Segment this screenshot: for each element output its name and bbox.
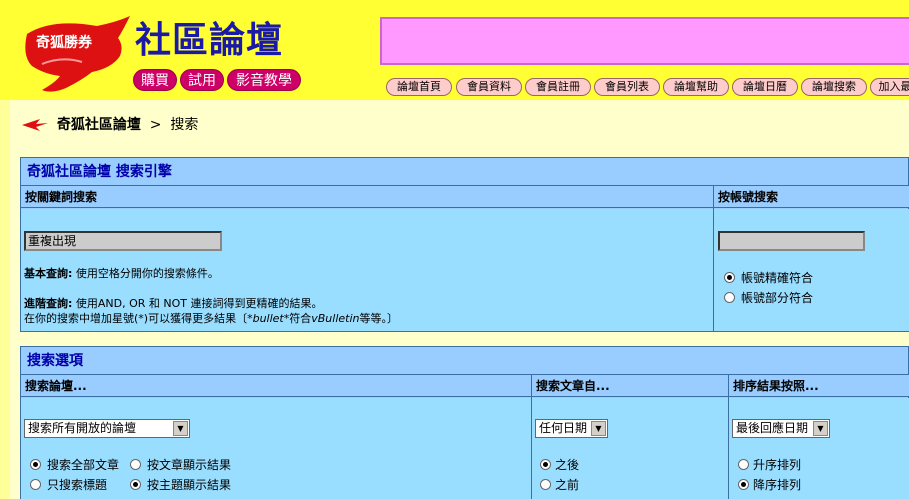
exact-match-label: 帳號精確符合 — [741, 271, 814, 285]
breadcrumb-current: 搜索 — [170, 117, 199, 133]
username-header: 按帳號搜索 — [714, 186, 909, 208]
video-tutorial-button[interactable]: 影音教學 — [227, 69, 301, 91]
before-label: 之前 — [555, 478, 580, 492]
before-radio[interactable] — [540, 479, 551, 490]
nav-member-profile[interactable]: 會員資料 — [456, 78, 522, 96]
forum-select[interactable]: 搜索所有開放的論壇 ▼ — [24, 419, 190, 438]
partial-match-label: 帳號部分符合 — [741, 291, 814, 305]
ascending-radio[interactable] — [738, 459, 749, 470]
exact-match-radio[interactable] — [724, 272, 735, 283]
forum-header: 搜索論壇... — [21, 375, 531, 397]
keyword-input[interactable]: 重複出現 — [24, 231, 222, 251]
breadcrumb-separator: > — [149, 117, 162, 133]
advanced-query-hint: 進階查詢: 使用AND, OR 和 NOT 連接詞得到更精確的結果。 — [24, 297, 323, 310]
show-posts-label: 按文章顯示結果 — [147, 458, 232, 472]
all-posts-label: 搜索全部文章 — [47, 458, 120, 472]
svg-text:奇狐勝券: 奇狐勝券 — [36, 34, 93, 51]
nav-member-list[interactable]: 會員列表 — [594, 78, 660, 96]
panel-title: 奇狐社區論壇 搜索引擎 — [21, 158, 908, 186]
breadcrumb-forum-link[interactable]: 奇狐社區論壇 — [57, 117, 141, 133]
panel-title: 搜索選項 — [21, 347, 908, 375]
date-header: 搜索文章自... — [532, 375, 728, 397]
sort-header: 排序結果按照... — [729, 375, 909, 397]
site-header: 奇狐勝券 社區論壇 購買 試用 影音教學 論壇首頁 會員資料 會員註冊 會員列表… — [0, 0, 909, 100]
site-title: 社區論壇 — [135, 19, 284, 61]
chevron-down-icon: ▼ — [591, 421, 606, 436]
after-label: 之後 — [555, 458, 580, 472]
after-radio[interactable] — [540, 459, 551, 470]
titles-only-label: 只搜索標題 — [47, 478, 108, 492]
date-select[interactable]: 任何日期 ▼ — [535, 419, 608, 438]
trial-button[interactable]: 試用 — [180, 69, 224, 91]
nav-calendar[interactable]: 論壇日曆 — [732, 78, 798, 96]
banner-ad[interactable] — [380, 17, 909, 65]
chevron-down-icon: ▼ — [813, 421, 828, 436]
descending-label: 降序排列 — [753, 478, 802, 492]
chevron-down-icon: ▼ — [173, 421, 188, 436]
show-threads-radio[interactable] — [130, 479, 141, 490]
nav-search[interactable]: 論壇搜索 — [801, 78, 867, 96]
show-posts-radio[interactable] — [130, 459, 141, 470]
nav-register[interactable]: 會員註冊 — [525, 78, 591, 96]
username-input[interactable] — [718, 231, 865, 251]
sort-select[interactable]: 最後回應日期 ▼ — [732, 419, 830, 438]
descending-radio[interactable] — [738, 479, 749, 490]
arrow-icon — [22, 119, 48, 131]
show-threads-label: 按主題顯示結果 — [147, 478, 232, 492]
nav-forum-home[interactable]: 論壇首頁 — [386, 78, 452, 96]
username-cell — [714, 209, 909, 331]
all-posts-radio[interactable] — [30, 459, 41, 470]
buy-button[interactable]: 購買 — [133, 69, 177, 91]
fox-logo[interactable]: 奇狐勝券 — [22, 16, 132, 94]
nav-help[interactable]: 論壇幫助 — [663, 78, 729, 96]
titles-only-radio[interactable] — [30, 479, 41, 490]
basic-query-hint: 基本查詢: 使用空格分開你的搜索條件。 — [24, 267, 219, 280]
nav-add-favorite[interactable]: 加入最 — [870, 78, 909, 96]
ascending-label: 升序排列 — [753, 458, 802, 472]
wildcard-hint: 在你的搜索中增加星號(*)可以獲得更多結果〔*bullet*符合vBulleti… — [24, 312, 398, 325]
partial-match-radio[interactable] — [724, 292, 735, 303]
breadcrumb: 奇狐社區論壇 > 搜索 — [22, 115, 198, 135]
keyword-header: 按關鍵詞搜索 — [21, 186, 713, 208]
